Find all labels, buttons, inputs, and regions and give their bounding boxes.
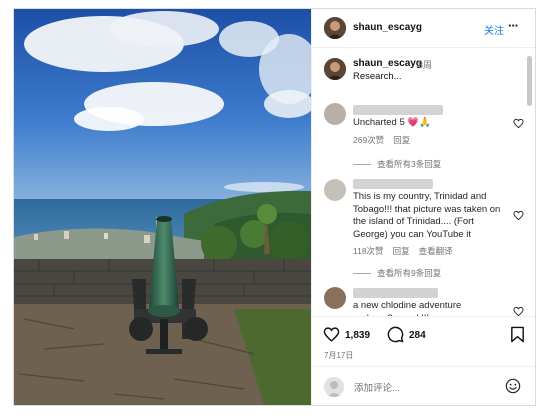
view-replies-label[interactable]: 查看所有9条回复	[377, 268, 441, 278]
comment-avatar[interactable]	[324, 287, 346, 309]
comment-count[interactable]: 284	[409, 330, 426, 341]
reply-button[interactable]: 回复	[393, 246, 410, 256]
caption-age: 8周	[418, 60, 433, 70]
comment-text: This is my country, Trinidad and Tobago!…	[353, 191, 501, 240]
post-photo	[14, 9, 311, 405]
comment-username-blurred[interactable]	[353, 179, 433, 189]
comment-meta: 269次赞 回复	[353, 134, 419, 146]
comment-likes[interactable]: 118次赞	[353, 246, 384, 256]
fort-cannon-photo	[14, 9, 311, 405]
emoji-icon[interactable]	[505, 378, 521, 394]
post-side-pane: shaun_escayg 关注 ··· shaun_escayg 8周 Rese…	[311, 9, 535, 405]
comment-username-blurred[interactable]	[353, 288, 438, 298]
translate-button[interactable]: 查看翻译	[419, 246, 453, 256]
view-replies-link[interactable]: 查看所有3条回复	[353, 158, 441, 170]
post-card: shaun_escayg 关注 ··· shaun_escayg 8周 Rese…	[13, 8, 536, 406]
view-replies-link[interactable]: 查看所有9条回复	[353, 267, 441, 279]
comment-avatar[interactable]	[324, 103, 346, 125]
avatar[interactable]	[324, 17, 346, 39]
comment-meta: 118次赞 回复 查看翻译	[353, 245, 462, 257]
comment-icon[interactable]	[387, 326, 404, 343]
user-avatar	[324, 377, 344, 397]
follow-button[interactable]: 关注	[484, 22, 504, 37]
comment-avatar[interactable]	[324, 179, 346, 201]
comment-text: a new chlodine adventure perhaps?.... ee…	[353, 300, 462, 316]
comment-text: Uncharted 5 💗🙏	[353, 117, 432, 128]
comment-username-blurred[interactable]	[353, 105, 443, 115]
comment-input[interactable]	[352, 379, 496, 397]
bookmark-icon[interactable]	[510, 326, 525, 343]
view-replies-label[interactable]: 查看所有3条回复	[377, 159, 441, 169]
caption-username[interactable]: shaun_escayg	[353, 58, 422, 69]
scrollbar-thumb[interactable]	[527, 56, 532, 106]
caption-avatar[interactable]	[324, 58, 346, 80]
more-icon[interactable]: ···	[508, 18, 519, 33]
heart-icon[interactable]	[513, 306, 524, 316]
like-count[interactable]: 1,839	[345, 330, 370, 341]
reply-button[interactable]: 回复	[393, 135, 410, 145]
comment-likes[interactable]: 269次赞	[353, 135, 384, 145]
comment-composer	[312, 366, 535, 405]
heart-icon[interactable]	[513, 118, 524, 129]
header-username[interactable]: shaun_escayg	[353, 22, 422, 33]
comments-scroll[interactable]: shaun_escayg 8周 Research... Uncharted 5 …	[312, 48, 535, 316]
post-header: shaun_escayg 关注 ···	[312, 9, 535, 48]
action-bar: 1,839 284 7月17日	[312, 316, 535, 367]
post-date: 7月17日	[324, 351, 354, 360]
heart-icon[interactable]	[323, 326, 340, 343]
caption-text: Research...	[353, 71, 402, 82]
heart-icon[interactable]	[513, 210, 524, 221]
